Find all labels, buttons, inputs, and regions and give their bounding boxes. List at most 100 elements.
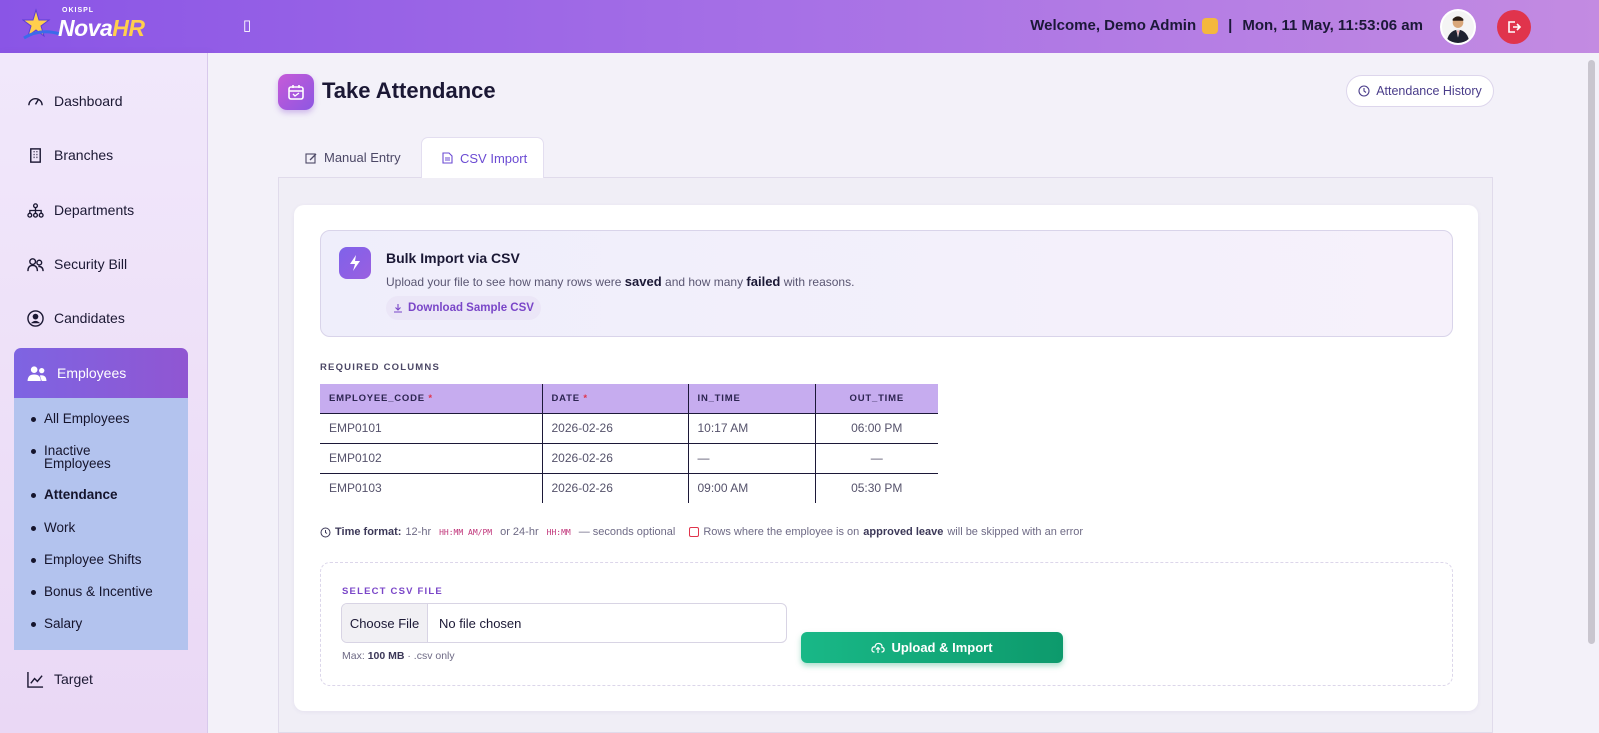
clock-icon	[1358, 85, 1370, 97]
submenu-item-work[interactable]: Work	[31, 521, 164, 534]
file-limit-note: Max: 100 MB · .csv only	[342, 650, 455, 662]
sidebar-item-security-bill[interactable]: Security Bill	[14, 241, 188, 287]
sidebar-item-branches[interactable]: Branches	[14, 132, 188, 178]
top-bar: OKISPL NovaHR ▯ Welcome, Demo Admin | Mo…	[0, 0, 1599, 53]
required-star: *	[428, 392, 433, 404]
star-swoosh-icon	[22, 8, 61, 40]
brand-name-part1: Nova	[58, 15, 113, 41]
hint-text: 12-hr	[405, 526, 432, 538]
submenu-item-employee-shifts[interactable]: Employee Shifts	[31, 553, 164, 566]
org-chart-icon	[27, 202, 44, 218]
hint-text: will be skipped with an error	[947, 526, 1084, 538]
tab-label: CSV Import	[460, 150, 528, 166]
lightning-icon	[339, 247, 371, 279]
choose-file-button[interactable]: Choose File	[342, 604, 428, 642]
max-size: 100 MB	[367, 650, 405, 662]
desc-part: Upload your file to see how many rows we…	[386, 275, 622, 289]
desc-part: with reasons.	[783, 275, 855, 289]
tab-manual-entry[interactable]: Manual Entry	[290, 137, 412, 178]
column-header-in-time: IN_TIME	[688, 384, 816, 413]
submenu-item-all-employees[interactable]: All Employees	[31, 412, 164, 425]
sidebar-item-label: Departments	[54, 202, 135, 218]
brand-name: NovaHR	[58, 15, 145, 42]
table-cell: 09:00 AM	[688, 472, 816, 503]
trend-icon	[27, 671, 44, 688]
format-hint: Time format: 12-hr HH:MM AM/PM or 24-hr …	[320, 526, 1083, 538]
submenu-item-bonus-incentive[interactable]: Bonus & Incentive	[31, 585, 184, 598]
users-icon	[27, 257, 44, 271]
attendance-history-label: Attendance History	[1376, 84, 1482, 98]
welcome-text: Welcome, Demo Admin	[1030, 17, 1197, 34]
hint-text: — seconds optional	[578, 526, 676, 538]
desc-saved: saved	[624, 274, 662, 289]
brand-subtitle: OKISPL	[62, 7, 95, 14]
calendar-glyph-icon	[288, 85, 304, 100]
calendar-icon	[278, 74, 314, 110]
file-status-text: No file chosen	[439, 615, 522, 631]
attendance-history-button[interactable]: Attendance History	[1346, 75, 1494, 107]
sidebar-item-employees[interactable]: Employees	[14, 348, 188, 398]
table-cell: —	[815, 442, 938, 473]
required-columns-table: EMPLOYEE_CODE * DATE * IN_TIME OUT_TIME …	[320, 384, 938, 503]
tab-csv-import[interactable]: CSV Import	[421, 137, 544, 178]
table-cell: EMP0103	[320, 472, 543, 503]
user-circle-icon	[27, 309, 44, 327]
avatar[interactable]	[1440, 9, 1476, 45]
sidebar-item-dashboard[interactable]: Dashboard	[14, 78, 188, 124]
column-header-date: DATE *	[542, 384, 689, 413]
bulk-import-title: Bulk Import via CSV	[386, 250, 520, 266]
file-icon	[442, 152, 453, 164]
table-row: EMP0102 2026-02-26 — —	[320, 442, 938, 473]
edit-icon	[305, 152, 317, 164]
sidebar-item-candidates[interactable]: Candidates	[14, 295, 188, 341]
column-name: DATE	[551, 392, 580, 404]
table-cell: 05:30 PM	[815, 472, 938, 503]
submenu-item-salary[interactable]: Salary	[31, 617, 164, 630]
sidebar-item-label: Target	[54, 671, 93, 687]
sidebar-item-target[interactable]: Target	[14, 656, 188, 702]
logout-button[interactable]	[1497, 10, 1531, 44]
table-row: EMP0103 2026-02-26 09:00 AM 05:30 PM	[320, 472, 938, 503]
separator: |	[1228, 17, 1233, 34]
user-photo-icon	[1442, 11, 1474, 43]
clock-icon	[320, 527, 331, 537]
upload-import-button[interactable]: Upload & Import	[801, 632, 1063, 663]
table-cell: 2026-02-26	[542, 442, 689, 473]
logout-icon	[1508, 21, 1522, 33]
bolt-glyph-icon	[350, 255, 360, 271]
sidebar-item-label: Candidates	[54, 310, 125, 326]
gauge-icon	[28, 97, 43, 105]
hint-text: Rows where the employee is on	[703, 526, 860, 538]
sidebar-item-label: Security Bill	[54, 256, 128, 272]
current-datetime: Mon, 11 May, 11:53:06 am	[1242, 17, 1423, 34]
sidebar-item-label: Dashboard	[54, 93, 123, 109]
column-name: EMPLOYEE_CODE	[329, 392, 425, 404]
format-code-24hr: HH:MM	[546, 527, 571, 537]
submenu-item-inactive-employees[interactable]: Inactive Employees	[31, 444, 134, 470]
column-header-out-time: OUT_TIME	[815, 384, 938, 413]
table-cell: —	[688, 442, 816, 473]
submenu-item-attendance[interactable]: Attendance	[31, 488, 164, 501]
calendar-x-icon	[689, 527, 700, 537]
menu-toggle-button[interactable]: ▯	[240, 17, 254, 35]
format-code-12hr: HH:MM AM/PM	[439, 527, 493, 537]
table-cell: 2026-02-26	[542, 472, 689, 503]
table-cell: 10:17 AM	[688, 412, 816, 443]
approved-leave-text: approved leave	[863, 526, 944, 538]
table-row: EMP0101 2026-02-26 10:17 AM 06:00 PM	[320, 412, 938, 443]
download-sample-label: Download Sample CSV	[408, 302, 534, 314]
select-csv-label: SELECT CSV FILE	[342, 586, 443, 597]
desc-failed: failed	[746, 274, 781, 289]
csv-file-input[interactable]: Choose File No file chosen	[341, 603, 787, 643]
table-cell: EMP0101	[320, 412, 543, 443]
download-sample-csv-button[interactable]: Download Sample CSV	[386, 296, 541, 320]
download-icon	[394, 304, 403, 313]
brand-logo[interactable]: OKISPL NovaHR	[22, 6, 145, 46]
sidebar-item-label: Employees	[57, 365, 127, 381]
scrollbar-thumb[interactable]	[1588, 60, 1595, 644]
upload-import-label: Upload & Import	[891, 640, 993, 655]
bulk-import-description: Upload your file to see how many rows we…	[386, 274, 854, 289]
table-cell: EMP0102	[320, 442, 543, 473]
sidebar-item-departments[interactable]: Departments	[14, 187, 188, 233]
time-format-label: Time format:	[335, 526, 402, 538]
